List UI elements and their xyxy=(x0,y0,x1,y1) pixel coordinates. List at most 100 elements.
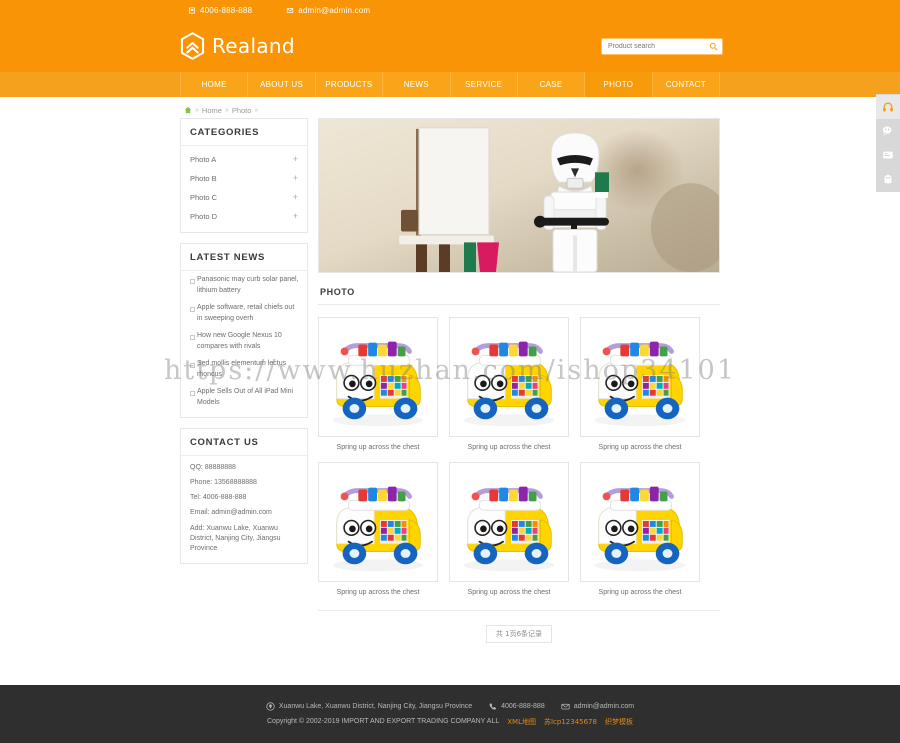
footer-email: admin@admin.com xyxy=(561,702,634,711)
contact-line: QQ: 88888888 xyxy=(190,464,236,471)
breadcrumb: » Home » Photo » xyxy=(180,102,720,118)
photo-card[interactable]: Spring up across the chest xyxy=(318,462,438,596)
toy-car-photo xyxy=(581,318,699,436)
hero-banner[interactable] xyxy=(318,118,720,273)
stormtrooper-lego-banner-image xyxy=(319,119,719,272)
latest-news-item[interactable]: Apple Sells Out of All iPad Mini Models xyxy=(189,387,299,415)
breadcrumb-item-home[interactable]: Home xyxy=(202,106,222,115)
photo-caption[interactable]: Spring up across the chest xyxy=(580,582,700,596)
contact-line: Add: Xuanwu Lake, Xuanwu District, Nanji… xyxy=(190,524,281,552)
photo-thumbnail[interactable] xyxy=(580,317,700,437)
latest-news-item[interactable]: Sed mollis elementum lectus rhoncus xyxy=(189,359,299,387)
topbar-email: admin@admin.com xyxy=(286,6,370,15)
footer-address-text: Xuanwu Lake, Xuanwu District, Nanjing Ci… xyxy=(278,702,473,710)
photo-thumbnail[interactable] xyxy=(318,317,438,437)
photo-card[interactable]: Spring up across the chest xyxy=(449,462,569,596)
float-button-message[interactable] xyxy=(876,143,900,167)
category-item-label: Photo C xyxy=(190,193,218,202)
logo-text: Realand xyxy=(212,34,295,58)
photo-thumbnail[interactable] xyxy=(318,462,438,582)
float-button-wechat[interactable] xyxy=(876,119,900,143)
photo-card[interactable]: Spring up across the chest xyxy=(580,317,700,451)
category-item-label: Photo D xyxy=(190,212,218,221)
contact-us-title: CONTACT US xyxy=(181,429,307,456)
footer-link-xml-sitemap[interactable]: XML地图 xyxy=(507,717,536,727)
mail-icon xyxy=(287,7,294,13)
category-item-label: Photo A xyxy=(190,155,217,164)
phone-handset-icon xyxy=(489,702,497,710)
message-icon xyxy=(883,151,893,159)
category-expand-icon[interactable]: + xyxy=(293,212,298,221)
site-footer: Xuanwu Lake, Xuanwu District, Nanjing Ci… xyxy=(0,685,900,743)
float-button-qq[interactable] xyxy=(876,167,900,191)
qq-penguin-icon xyxy=(884,174,892,184)
footer-phone-text: 4006-888-888 xyxy=(501,702,545,710)
photo-caption[interactable]: Spring up across the chest xyxy=(318,437,438,451)
photo-card[interactable]: Spring up across the chest xyxy=(449,317,569,451)
photo-card[interactable]: Spring up across the chest xyxy=(318,317,438,451)
footer-link-template[interactable]: 织梦模板 xyxy=(605,717,633,727)
topbar-email-text: admin@admin.com xyxy=(298,5,371,15)
hexagon-chevron-logo-icon xyxy=(180,32,205,60)
phone-icon xyxy=(188,6,196,14)
site-logo[interactable]: Realand xyxy=(180,32,295,60)
breadcrumb-sep-0: » xyxy=(195,106,199,114)
footer-email-text: admin@admin.com xyxy=(573,702,635,710)
photo-caption[interactable]: Spring up across the chest xyxy=(318,582,438,596)
search-icon[interactable] xyxy=(709,42,718,51)
latest-news-item[interactable]: How new Google Nexus 10 compares with ri… xyxy=(189,331,299,359)
toy-car-photo xyxy=(450,318,568,436)
photo-caption[interactable]: Spring up across the chest xyxy=(449,437,569,451)
category-item-photo-b[interactable]: Photo B + xyxy=(181,169,307,188)
top-contact-bar: 4006-888-888 admin@admin.com xyxy=(0,0,900,20)
latest-news-panel: LATEST NEWS Panasonic may curb solar pan… xyxy=(180,243,308,418)
breadcrumb-item-photo[interactable]: Photo xyxy=(232,106,252,115)
contact-line: Email: admin@admin.com xyxy=(190,509,272,517)
contact-line: Phone: 13568888888 xyxy=(190,479,257,487)
site-header: Realand xyxy=(0,20,900,72)
toy-car-photo xyxy=(450,463,568,581)
pagination-info-button[interactable]: 共 1页6条记录 xyxy=(485,625,553,643)
category-item-photo-d[interactable]: Photo D + xyxy=(181,207,307,226)
photo-thumbnail[interactable] xyxy=(449,462,569,582)
photo-thumbnail[interactable] xyxy=(449,317,569,437)
nav-item-contact[interactable]: CONTACT xyxy=(653,72,720,97)
photo-thumbnail[interactable] xyxy=(580,462,700,582)
nav-item-photo[interactable]: PHOTO xyxy=(585,72,653,97)
category-item-photo-c[interactable]: Photo C + xyxy=(181,188,307,207)
topbar-phone-text: 4006-888-888 xyxy=(200,5,253,15)
home-icon[interactable] xyxy=(184,106,192,114)
nav-item-about-us[interactable]: ABOUT US xyxy=(248,72,316,97)
main-navigation: HOME ABOUT US PRODUCTS NEWS SERVICE CASE PHOTO… xyxy=(0,72,900,97)
category-expand-icon[interactable]: + xyxy=(293,155,298,164)
photo-caption[interactable]: Spring up across the chest xyxy=(580,437,700,451)
nav-item-service[interactable]: SERVICE xyxy=(451,72,518,97)
footer-phone: 4006-888-888 xyxy=(488,702,545,711)
category-item-photo-a[interactable]: Photo A + xyxy=(181,150,307,169)
pagination: 共 1页6条记录 xyxy=(318,610,720,657)
contact-us-panel: CONTACT US QQ: 88888888 Phone: 1356888888… xyxy=(180,428,308,564)
category-item-label: Photo B xyxy=(190,174,217,183)
latest-news-item[interactable]: Panasonic may curb solar panel, lithium … xyxy=(189,275,299,303)
photo-card[interactable]: Spring up across the chest xyxy=(580,462,700,596)
toy-car-photo xyxy=(581,463,699,581)
photo-caption[interactable]: Spring up across the chest xyxy=(449,582,569,596)
floating-service-bar xyxy=(876,94,900,192)
float-button-headset[interactable] xyxy=(876,95,900,119)
category-expand-icon[interactable]: + xyxy=(293,174,298,183)
topbar-phone: 4006-888-888 xyxy=(188,6,252,15)
nav-item-home[interactable]: HOME xyxy=(180,72,249,97)
search-box[interactable] xyxy=(601,37,723,55)
section-title-photo: PHOTO xyxy=(318,287,720,305)
sidebar: CATEGORIES Photo A + Photo B + Photo C + Photo… xyxy=(180,118,308,574)
nav-item-case[interactable]: CASE xyxy=(518,72,586,97)
category-expand-icon[interactable]: + xyxy=(293,193,298,202)
breadcrumb-sep-2: » xyxy=(254,106,259,114)
main-column: PHOTO Spring up across the chest Spring … xyxy=(318,118,720,657)
nav-item-products[interactable]: PRODUCTS xyxy=(316,72,384,97)
categories-title: CATEGORIES xyxy=(181,119,307,146)
latest-news-item[interactable]: Apple software, retail chiefs out in swe… xyxy=(189,303,299,331)
footer-link-icp[interactable]: 苏Icp12345678 xyxy=(544,717,597,727)
search-input[interactable] xyxy=(606,41,709,51)
nav-item-news[interactable]: NEWS xyxy=(383,72,451,97)
